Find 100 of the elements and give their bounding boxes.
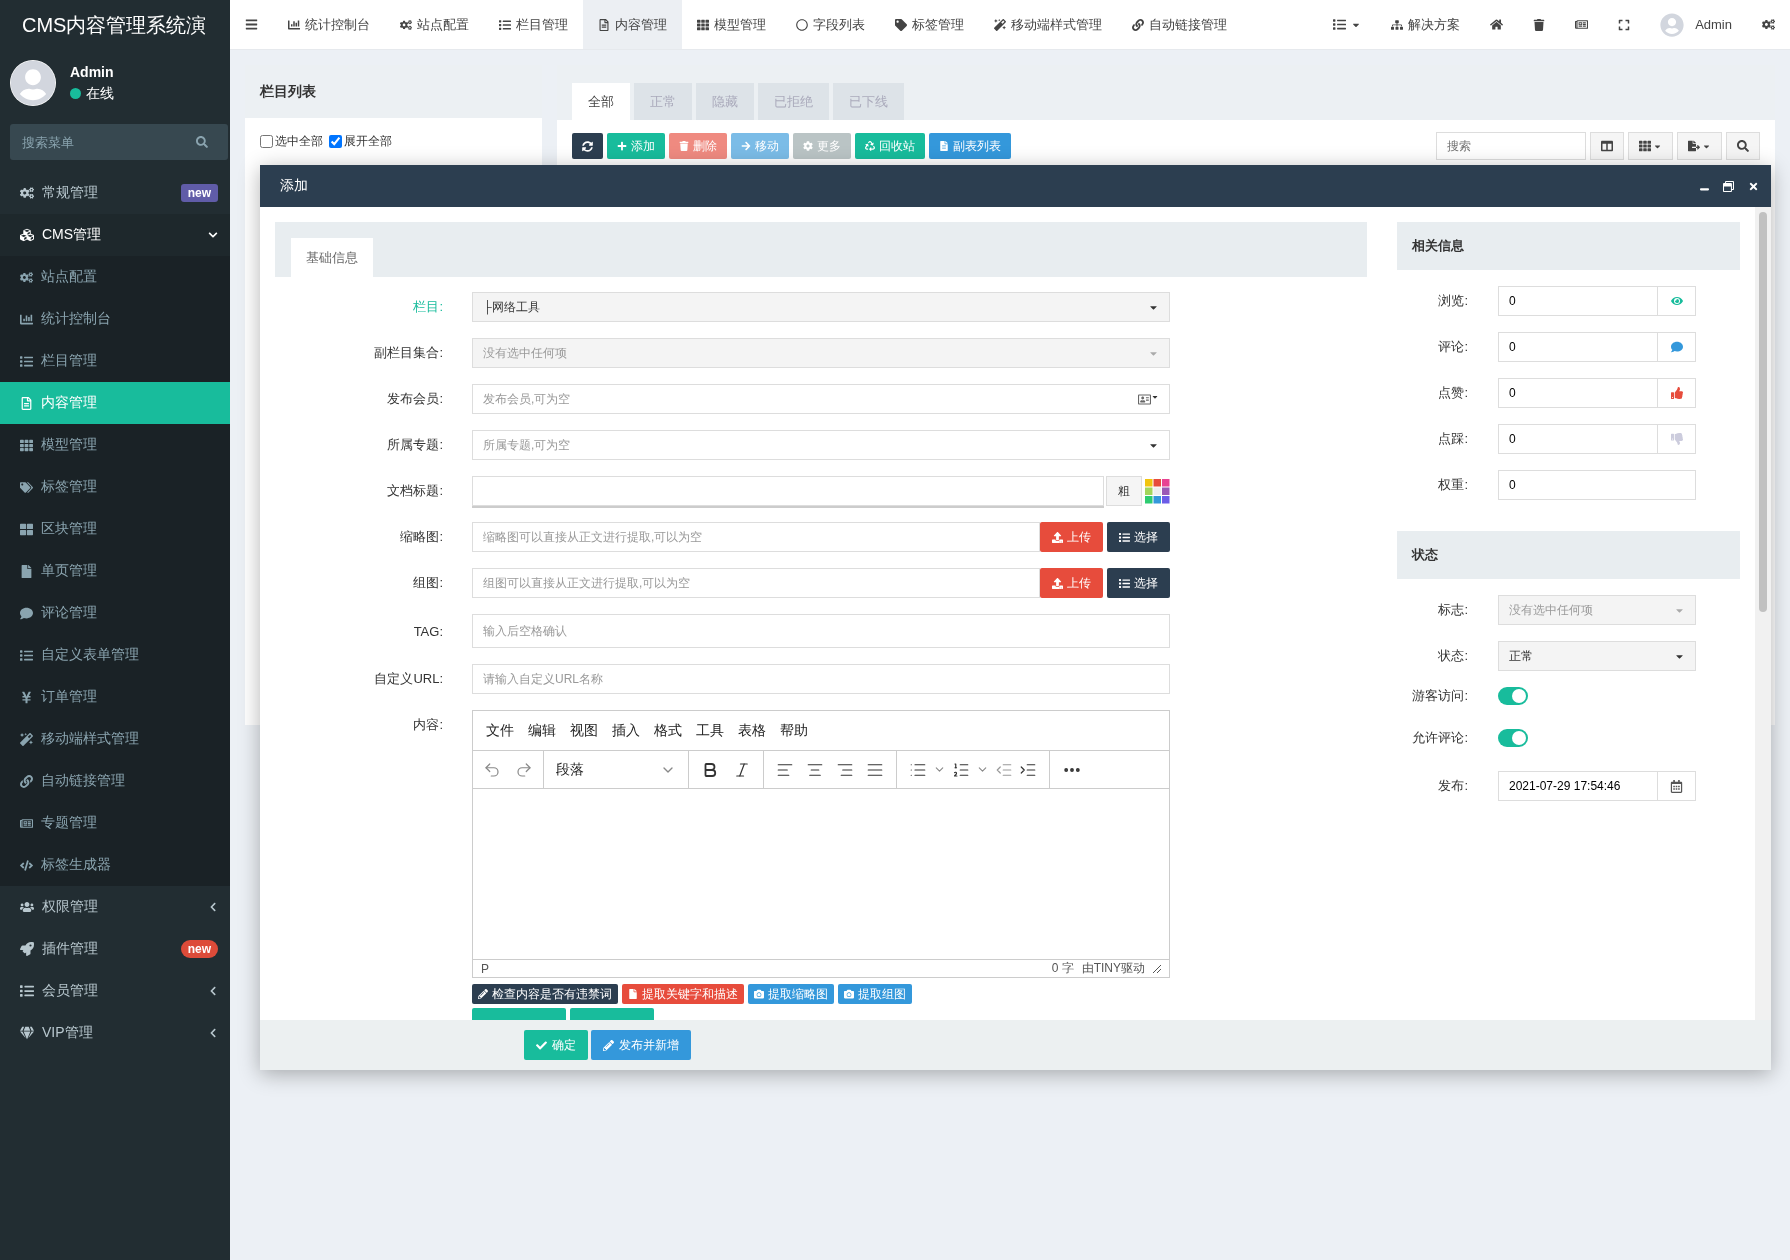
list-icon [20,984,34,998]
italic-icon[interactable] [733,760,751,779]
submenu-item[interactable]: 移动端样式管理 [0,718,230,760]
menu-item[interactable]: CMS管理 [0,214,230,256]
redo-icon[interactable] [515,760,533,779]
gem-icon [20,1026,34,1040]
input-field[interactable]: 输入后空格确认 [472,614,1170,648]
file-icon [628,989,638,999]
pencil-icon [478,989,488,999]
menu-item[interactable]: 工具 [689,721,731,740]
submenu-item[interactable]: 模型管理 [0,424,230,466]
action-button[interactable]: 提取关键字和描述 [622,984,744,1004]
choose-button[interactable]: 选择 [1107,522,1170,552]
section-title: 状态 [1397,531,1740,579]
submenu-item[interactable]: 订单管理 [0,676,230,718]
view-button[interactable] [1590,132,1624,160]
checkbox[interactable] [260,135,273,148]
color-palette-icon[interactable] [1144,478,1170,504]
new-badge: new [180,184,218,202]
menu-item[interactable]: 格式 [647,721,689,740]
export-button[interactable] [1677,132,1722,160]
menu-item[interactable]: 视图 [563,721,605,740]
input-field[interactable]: 请输入自定义URL名称 [472,664,1170,694]
close-icon[interactable] [1748,180,1759,192]
new-badge: new [180,940,218,958]
powered-by-link[interactable]: 由TINY驱动 [1081,960,1145,977]
input-field[interactable]: 缩略图可以直接从正文进行提取,可以为空 [472,522,1040,552]
input-field[interactable] [472,476,1104,506]
pencil-icon [603,1039,614,1051]
resize-handle-icon[interactable] [1153,964,1161,973]
upload-icon [1052,531,1063,543]
number-field[interactable]: 0 [1498,470,1696,500]
columns-button[interactable] [1628,132,1673,160]
toggle-switch[interactable] [1498,687,1528,705]
tab[interactable]: 基础信息 [291,238,373,277]
menu-item[interactable]: 会员管理 [0,970,230,1012]
submenu-item[interactable]: 评论管理 [0,592,230,634]
menu-item[interactable]: 插件管理 new [0,928,230,970]
submenu-item[interactable]: 自定义表单管理 [0,634,230,676]
number-field[interactable]: 0 [1498,332,1658,362]
block-format-dropdown[interactable]: 段落 [556,760,676,779]
submenu-item[interactable]: 站点配置 [0,256,230,298]
chevron-left-icon [208,986,218,996]
menu-item[interactable]: 编辑 [521,721,563,740]
eye-icon [1670,295,1683,307]
submenu-item[interactable]: 标签管理 [0,466,230,508]
menu-item[interactable]: VIP管理 [0,1012,230,1054]
upload-button[interactable]: 上传 [1040,568,1103,598]
action-button[interactable]: 检查内容是否有违禁词 [472,984,618,1004]
submenu-item[interactable]: 统计控制台 [0,298,230,340]
search-button[interactable] [1726,132,1760,160]
sitemap-icon [1391,18,1404,31]
number-field[interactable]: 0 [1498,286,1658,316]
select-field[interactable]: ├网络工具 [472,292,1170,322]
menu-item[interactable]: 权限管理 [0,886,230,928]
search-field[interactable]: 搜索菜单 [10,124,228,160]
user-status: 在线 [86,84,114,103]
menu-item[interactable]: 文件 [479,721,521,740]
submenu-item[interactable]: 栏目管理 [0,340,230,382]
nav-tab[interactable]: 内容管理 [583,0,682,49]
gears-icon [400,18,412,31]
field-label: 发布: [1437,777,1469,795]
search-icon [196,136,208,148]
scrollbar[interactable] [1755,207,1771,1020]
submenu-item[interactable]: 单页管理 [0,550,230,592]
avatar-icon [1660,12,1685,37]
restore-icon[interactable] [1723,180,1734,192]
tab[interactable]: 全部 [572,83,630,120]
select-field[interactable]: 正常 [1498,641,1696,671]
refresh-button[interactable] [572,133,603,159]
refresh-icon [582,140,593,152]
home-icon [1490,18,1504,31]
menu-item[interactable]: 表格 [731,721,773,740]
recycle-icon [865,141,875,151]
search-field[interactable]: 搜索 [1436,132,1586,160]
submenu-item[interactable]: 标签生成器 [0,844,230,886]
input-field[interactable]: 组图可以直接从正文进行提取,可以为空 [472,568,1040,598]
date-field[interactable]: 2021-07-29 17:54:46 [1498,771,1658,801]
menu-item[interactable]: 插入 [605,721,647,740]
number-field[interactable]: 0 [1498,378,1658,408]
toggle-switch[interactable] [1498,729,1528,747]
choose-button[interactable]: 选择 [1107,568,1170,598]
tiles-icon [20,522,33,536]
dialog-title: 添加 [280,177,309,195]
bold-button[interactable]: 粗 [1106,476,1142,506]
field-label: 所属专题: [386,436,444,454]
checkbox[interactable] [329,135,342,148]
rocket-icon [20,942,34,956]
submenu-item[interactable]: 区块管理 [0,508,230,550]
undo-icon[interactable] [483,760,501,779]
submenu-item[interactable]: 专题管理 [0,802,230,844]
number-field[interactable]: 0 [1498,424,1658,454]
menu-item[interactable]: 常规管理 new [0,172,230,214]
upload-button[interactable]: 上传 [1040,522,1103,552]
menu-item[interactable]: 帮助 [773,721,815,740]
list-icon [20,354,33,368]
id-card-icon [1138,392,1159,406]
grid-icon [697,18,709,31]
numbered-list-icon[interactable] [952,760,970,779]
submenu-item[interactable]: 自动链接管理 [0,760,230,802]
